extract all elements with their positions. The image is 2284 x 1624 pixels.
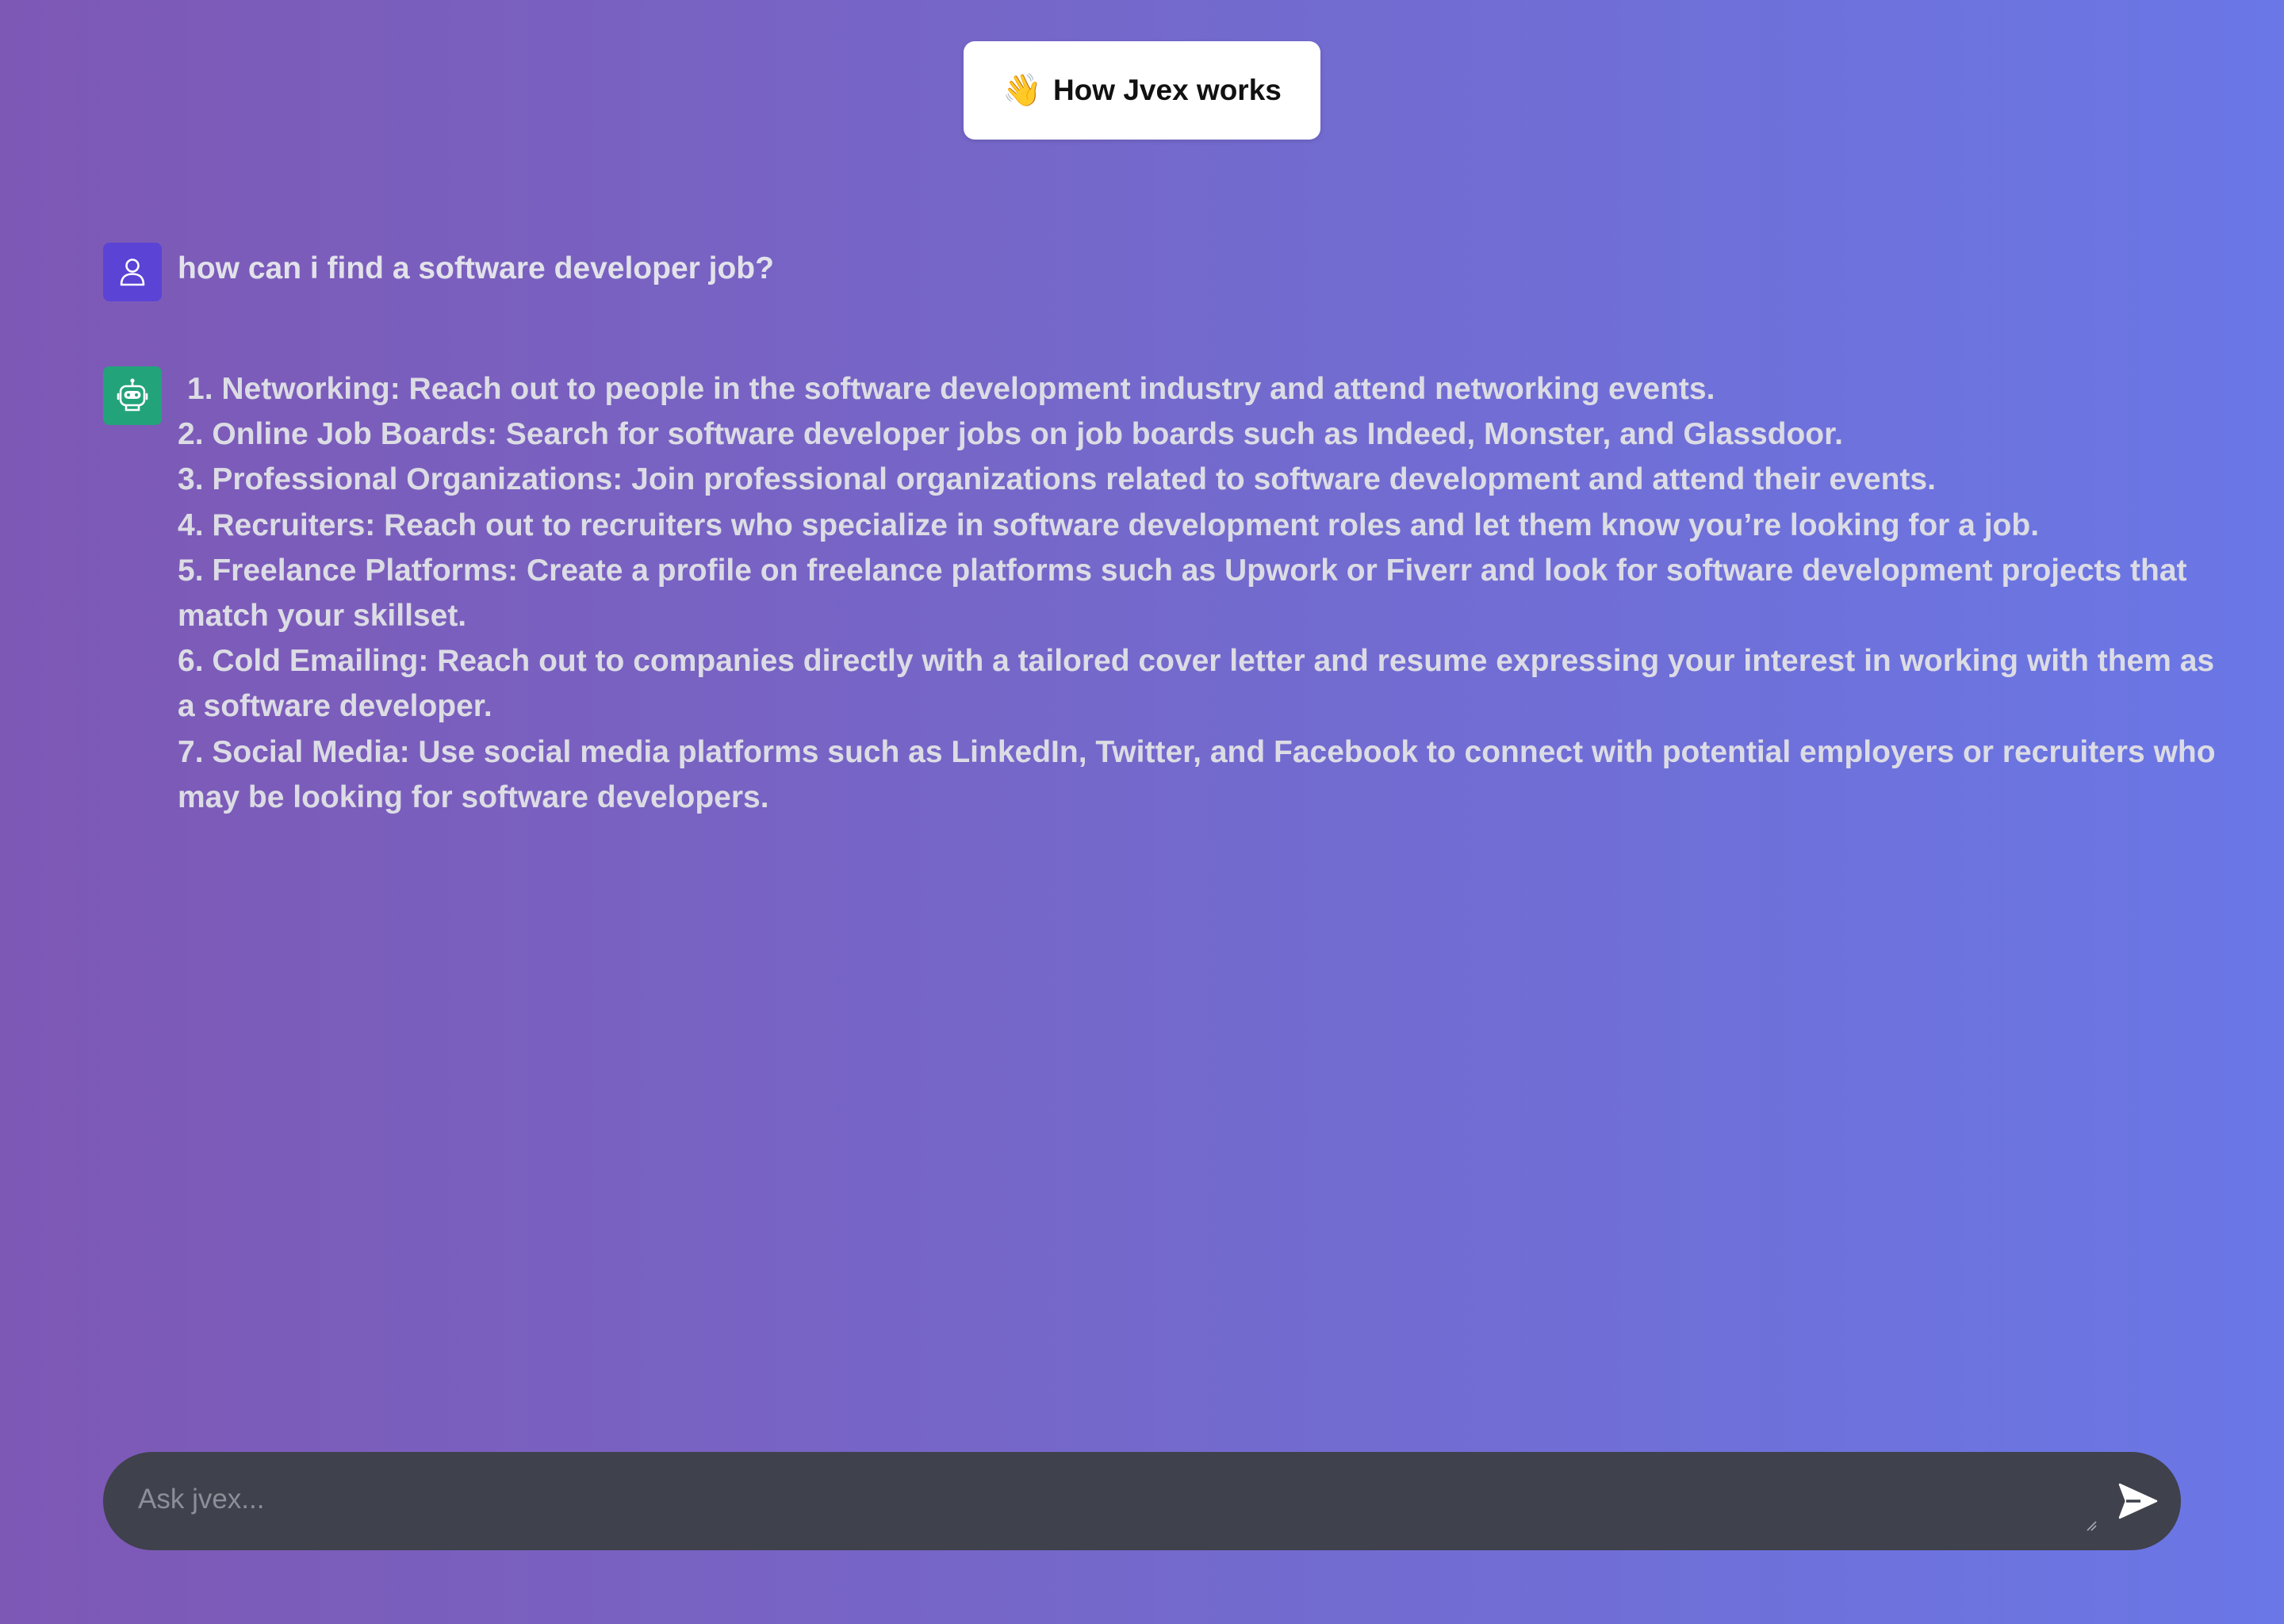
user-icon (120, 259, 145, 286)
answer-line: 2. Online Job Boards: Search for softwar… (178, 417, 1843, 452)
composer (103, 1452, 2181, 1550)
answer-line: 5. Freelance Platforms: Create a profile… (178, 553, 2187, 634)
answer-line: 1. Networking: Reach out to people in th… (187, 372, 1715, 406)
bot-avatar (103, 366, 162, 425)
how-jvex-works-button[interactable]: 👋 How Jvex works (964, 41, 1320, 140)
bot-message: 1. Networking: Reach out to people in th… (103, 366, 2224, 820)
robot-icon (117, 378, 148, 412)
answer-line: 3. Professional Organizations: Join prof… (178, 462, 1936, 497)
send-icon (2118, 1483, 2158, 1519)
answer-line: 7. Social Media: Use social media platfo… (178, 734, 2216, 814)
ask-input[interactable] (136, 1473, 2095, 1530)
bot-answer: 1. Networking: Reach out to people in th… (178, 366, 2224, 820)
how-jvex-works-label: How Jvex works (1052, 74, 1282, 106)
answer-line: 6. Cold Emailing: Reach out to companies… (178, 644, 2215, 724)
resize-grip-icon[interactable] (2086, 1520, 2097, 1531)
answer-line: 4. Recruiters: Reach out to recruiters w… (178, 508, 2040, 542)
waving-hand-icon: 👋 (1002, 73, 1042, 108)
send-button[interactable] (2114, 1478, 2162, 1524)
user-message-text: how can i find a software developer job? (178, 251, 774, 285)
user-avatar (103, 243, 162, 301)
user-message: how can i find a software developer job? (103, 243, 774, 301)
